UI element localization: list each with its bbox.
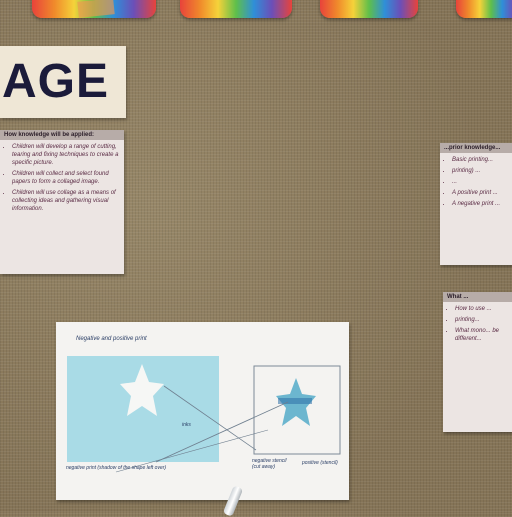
card-list: How to use ... printing... What mono... … [443, 302, 512, 343]
heading-text: AGE [2, 55, 110, 108]
knowledge-applied-card: How knowledge will be applied: Children … [0, 130, 124, 274]
prior-knowledge-card: ...prior knowledge... Basic printing... … [440, 143, 512, 265]
list-item: printing... [455, 316, 512, 324]
card-header: How knowledge will be applied: [0, 130, 124, 140]
list-item: printing) ... [452, 167, 512, 175]
list-item: What mono... be different... [455, 327, 512, 343]
list-item: Children will use collage as a means of … [12, 189, 120, 213]
rainbow-letter-2 [180, 0, 292, 18]
bottom-left-label: negative print (shadow of the shape left… [66, 465, 167, 471]
diagram-illustration [67, 356, 341, 473]
card-header: ...prior knowledge... [440, 143, 512, 153]
list-item: Children will collect and select found p… [12, 170, 120, 186]
bottom-mid-label: negative stencil (cut away) [252, 458, 287, 470]
list-item: How to use ... [455, 305, 512, 313]
print-diagram-card: Negative and positive print inks negativ… [56, 322, 349, 500]
what-card: What ... How to use ... printing... What… [443, 292, 512, 432]
bottom-right-label: positive (stencil) [302, 460, 338, 466]
card-list: Children will develop a range of cutting… [0, 140, 124, 213]
center-label: inks [182, 422, 191, 428]
card-list: Basic printing... printing) ... ... A po… [440, 153, 512, 208]
rainbow-letter-3 [320, 0, 418, 18]
list-item: Basic printing... [452, 156, 512, 164]
list-item: ... [452, 178, 512, 186]
heading-card: AGE [0, 46, 126, 118]
card-header: What ... [443, 292, 512, 302]
rainbow-letter-4 [456, 0, 512, 18]
list-item: A positive print ... [452, 189, 512, 197]
list-item: Children will develop a range of cutting… [12, 143, 120, 167]
list-item: A negative print ... [452, 200, 512, 208]
